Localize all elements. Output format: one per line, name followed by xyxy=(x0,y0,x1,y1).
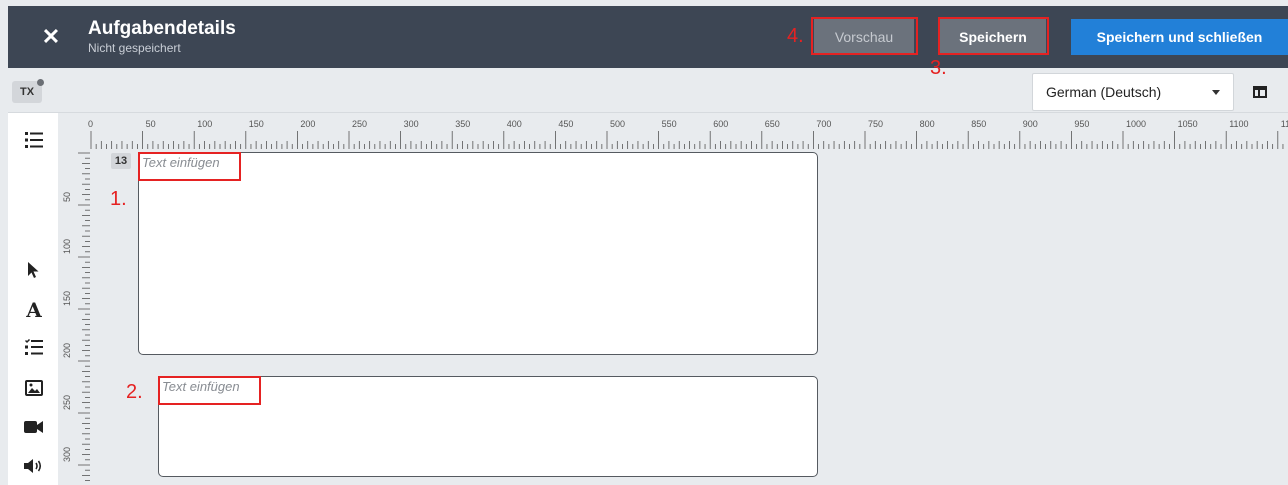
ruler-label: 250 xyxy=(352,119,367,129)
ruler-label: 150 xyxy=(62,291,72,306)
ruler-label: 250 xyxy=(62,395,72,410)
ruler-label: 600 xyxy=(713,119,728,129)
save-button[interactable]: Speichern xyxy=(940,19,1046,55)
editor-toolbar: TX German (Deutsch) xyxy=(8,68,1288,113)
outline-list-icon[interactable] xyxy=(22,128,46,152)
ruler-label: 700 xyxy=(816,119,831,129)
ruler-label: 450 xyxy=(558,119,573,129)
vertical-ruler: 50 100 150 200 250 300 xyxy=(58,149,90,485)
annotation-3: 3. xyxy=(930,57,947,79)
ruler-label: 150 xyxy=(249,119,264,129)
text-icon[interactable]: A xyxy=(22,298,46,322)
ruler-label: 500 xyxy=(610,119,625,129)
horizontal-ruler-graphic: 0 50 100 150 200 250 300 350 400 450 500 550 600 650 7… xyxy=(88,119,1288,149)
ruler-label: 900 xyxy=(1023,119,1038,129)
ruler-label: 1050 xyxy=(1178,119,1198,129)
audio-icon[interactable] xyxy=(22,454,46,478)
chevron-down-icon xyxy=(1212,90,1220,95)
ruler-label: 200 xyxy=(300,119,315,129)
ruler-label: 800 xyxy=(920,119,935,129)
page-number-badge: 13 xyxy=(111,153,131,169)
vertical-ruler-graphic: 50 100 150 200 250 300 xyxy=(62,152,90,482)
save-and-close-button[interactable]: Speichern und schließen xyxy=(1071,19,1288,55)
tool-sidebar: A xyxy=(8,113,58,485)
ruler-label: 50 xyxy=(62,192,72,202)
ruler-label: 350 xyxy=(455,119,470,129)
text-box-1-placeholder: Text einfügen xyxy=(142,155,220,170)
ruler-label: 100 xyxy=(197,119,212,129)
annotation-2: 2. xyxy=(126,381,143,403)
language-select[interactable]: German (Deutsch) xyxy=(1032,73,1234,111)
pointer-icon[interactable] xyxy=(22,258,46,282)
ruler-label: 50 xyxy=(146,119,156,129)
close-icon[interactable]: ✕ xyxy=(38,24,64,50)
ruler-label: 850 xyxy=(971,119,986,129)
ruler-label: 1150 xyxy=(1281,119,1288,129)
checklist-icon[interactable] xyxy=(22,335,46,359)
ruler-label: 400 xyxy=(507,119,522,129)
ruler-label: 300 xyxy=(62,447,72,462)
text-box-1[interactable]: Text einfügen xyxy=(138,152,818,355)
ruler-label: 0 xyxy=(88,119,93,129)
ruler-label: 950 xyxy=(1074,119,1089,129)
text-mode-badge[interactable]: TX xyxy=(12,79,44,103)
language-select-value: German (Deutsch) xyxy=(1046,84,1162,100)
save-status: Nicht gespeichert xyxy=(88,41,181,55)
image-icon[interactable] xyxy=(22,376,46,400)
annotation-1: 1. xyxy=(110,188,127,210)
ruler-label: 550 xyxy=(662,119,677,129)
layout-toggle-icon[interactable] xyxy=(1253,86,1267,98)
ruler-label: 100 xyxy=(62,239,72,254)
task-editor: ✕ Aufgabendetails Nicht gespeichert Vors… xyxy=(0,0,1288,485)
annotation-4: 4. xyxy=(787,25,804,47)
page-title: Aufgabendetails xyxy=(88,18,236,39)
horizontal-ruler: 0 50 100 150 200 250 300 350 400 450 500 550 600 650 7… xyxy=(58,113,1288,149)
ruler-label: 650 xyxy=(765,119,780,129)
text-box-2[interactable]: Text einfügen xyxy=(158,376,818,477)
text-box-2-placeholder: Text einfügen xyxy=(162,379,240,394)
ruler-label: 1000 xyxy=(1126,119,1146,129)
preview-button[interactable]: Vorschau xyxy=(814,19,914,55)
ruler-label: 1100 xyxy=(1229,119,1248,129)
video-icon[interactable] xyxy=(22,415,46,439)
ruler-label: 200 xyxy=(62,343,72,358)
ruler-label: 750 xyxy=(868,119,883,129)
top-header-bar: ✕ Aufgabendetails Nicht gespeichert Vors… xyxy=(8,6,1288,68)
ruler-label: 300 xyxy=(404,119,419,129)
